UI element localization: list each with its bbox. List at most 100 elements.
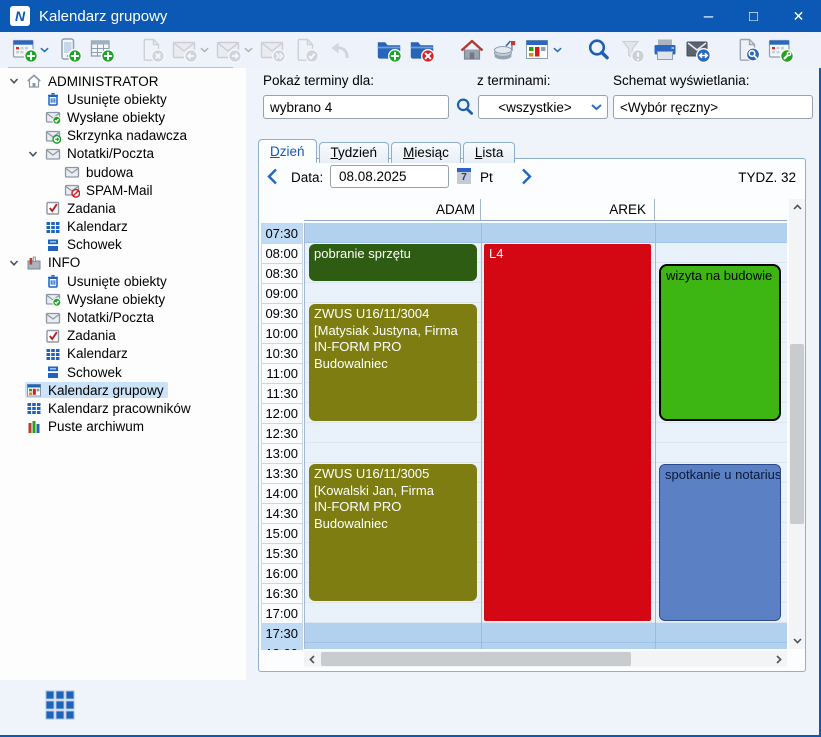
apps-grid-icon[interactable] <box>45 690 75 725</box>
clipboard-icon <box>45 237 61 253</box>
with-terms-select[interactable]: <wszystkie> <box>478 95 608 119</box>
appointment-pobranie-sprz-tu[interactable]: pobranie sprzętu <box>309 244 477 281</box>
tab-tydzie[interactable]: Tydzień <box>319 142 390 163</box>
sidebar-item-kalendarz[interactable]: Kalendarz <box>0 345 246 363</box>
print-button[interactable] <box>652 37 678 63</box>
folder-add-button[interactable] <box>376 37 402 63</box>
horizontal-scroll-thumb[interactable] <box>321 652 631 666</box>
new-contact-button[interactable] <box>56 37 82 63</box>
vertical-scroll-thumb[interactable] <box>790 344 804 524</box>
sidebar-item-skrzynka-nadawcza[interactable]: Skrzynka nadawcza <box>0 127 246 145</box>
show-for-input[interactable] <box>263 95 449 119</box>
sidebar-item-usuni-te-obiekty[interactable]: Usunięte obiekty <box>0 90 246 108</box>
tab-miesi-c[interactable]: Miesiąc <box>391 142 461 163</box>
search-button[interactable] <box>586 37 612 63</box>
new-appointment-button[interactable] <box>12 37 49 63</box>
scheme-select[interactable]: <Wybór ręczny> <box>613 95 813 119</box>
chevron-expanded-icon[interactable] <box>28 149 44 159</box>
week-number-label: TYDZ. 32 <box>738 170 796 185</box>
column-separator <box>480 199 481 220</box>
sidebar-item-notatki-poczta[interactable]: Notatki/Poczta <box>0 145 246 163</box>
column-header-empty[interactable] <box>657 199 783 220</box>
group-view-button[interactable] <box>525 37 562 63</box>
sidebar-item-administrator[interactable]: ADMINISTRATOR <box>0 72 246 90</box>
close-button[interactable]: ✕ <box>776 0 821 32</box>
with-terms-label: z terminami: <box>477 73 551 88</box>
time-label: 11:30 <box>261 384 303 404</box>
sidebar-item-zadania[interactable]: Zadania <box>0 199 246 217</box>
chevron-expanded-icon[interactable] <box>9 258 25 268</box>
time-gutter: 07:3008:0008:3009:0009:3010:0010:3011:00… <box>261 223 303 650</box>
vertical-scrollbar[interactable] <box>789 199 805 649</box>
sidebar-item-label: Kalendarz <box>67 346 128 361</box>
column-header-arek[interactable]: AREK <box>483 199 650 220</box>
date-picker-day: 7 <box>461 172 467 184</box>
appointment-zwus-u16-11-3004[interactable]: ZWUS U16/11/3004 [Matysiak Justyna, Firm… <box>309 304 477 421</box>
minimize-button[interactable]: – <box>686 0 731 32</box>
tab-dzie[interactable]: Dzień <box>258 139 317 163</box>
sidebar-item-kalendarz-pracownik-w[interactable]: Kalendarz pracowników <box>0 399 246 417</box>
time-label: 15:00 <box>261 524 303 544</box>
time-label: 10:30 <box>261 344 303 364</box>
appointment-zwus-u16-11-3005[interactable]: ZWUS U16/11/3005 [Kowalski Jan, Firma IN… <box>309 464 477 601</box>
app-logo-icon: N <box>10 6 30 26</box>
sidebar-item-puste-archiwum[interactable]: Puste archiwum <box>0 418 246 436</box>
info-box-icon <box>26 255 42 271</box>
sidebar-item-kalendarz-grupowy[interactable]: Kalendarz grupowy <box>0 381 246 399</box>
next-day-button[interactable] <box>521 168 535 186</box>
time-label: 08:30 <box>261 264 303 284</box>
sidebar-item-info[interactable]: INFO <box>0 254 246 272</box>
column-header-adam[interactable]: ADAM <box>307 199 479 220</box>
home-button[interactable] <box>459 37 485 63</box>
sidebar-item-label: budowa <box>86 165 133 180</box>
sidebar-item-budowa[interactable]: budowa <box>0 163 246 181</box>
folder-delete-button[interactable] <box>409 37 435 63</box>
sidebar-item-spam-mail[interactable]: SPAM-Mail <box>0 181 246 199</box>
previous-day-button[interactable] <box>266 168 280 186</box>
document-preview-button[interactable] <box>735 37 761 63</box>
scroll-down-icon[interactable] <box>789 633 805 649</box>
sidebar-item-wys-ane-obiekty[interactable]: Wysłane obiekty <box>0 290 246 308</box>
sidebar-item-schowek[interactable]: Schowek <box>0 236 246 254</box>
grid-color-icon <box>26 382 42 398</box>
bars-icon <box>26 419 42 435</box>
sidebar-item-label: Notatki/Poczta <box>67 310 154 325</box>
maximize-button[interactable]: □ <box>731 0 776 32</box>
calendar-row[interactable] <box>305 623 787 643</box>
sidebar-item-notatki-poczta[interactable]: Notatki/Poczta <box>0 308 246 326</box>
calendar-row[interactable] <box>305 643 787 649</box>
calendar-row[interactable] <box>305 223 787 243</box>
scroll-up-icon[interactable] <box>789 199 805 215</box>
sidebar-item-zadania[interactable]: Zadania <box>0 327 246 345</box>
date-input[interactable] <box>330 165 449 188</box>
horizontal-scrollbar[interactable] <box>304 651 787 667</box>
mail-icon <box>45 310 61 326</box>
sidebar-item-wys-ane-obiekty[interactable]: Wysłane obiekty <box>0 108 246 126</box>
main-area: Pokaż terminy dla: z terminami: Schemat … <box>250 68 819 737</box>
time-label: 17:30 <box>261 624 303 644</box>
mail-sync-button[interactable] <box>685 37 711 63</box>
sidebar-item-usuni-te-obiekty[interactable]: Usunięte obiekty <box>0 272 246 290</box>
tab-lista[interactable]: Lista <box>463 142 516 163</box>
sidebar-item-schowek[interactable]: Schowek <box>0 363 246 381</box>
sidebar-item-label: Schowek <box>67 365 122 380</box>
sidebar-item-kalendarz[interactable]: Kalendarz <box>0 218 246 236</box>
search-contacts-icon[interactable] <box>455 97 475 117</box>
new-table-entry-button[interactable] <box>89 37 115 63</box>
mailbox-report-button[interactable] <box>492 37 518 63</box>
chevron-expanded-icon[interactable] <box>9 76 25 86</box>
mail-check-icon <box>45 291 61 307</box>
calendar-grid[interactable]: pobranie sprzętu ZWUS U16/11/3004 [Matysi… <box>304 223 787 649</box>
time-label: 10:00 <box>261 324 303 344</box>
task-icon <box>45 328 61 344</box>
scroll-left-icon[interactable] <box>304 651 320 667</box>
scroll-right-icon[interactable] <box>771 651 787 667</box>
appointment-wizyta-na-budowie[interactable]: wizyta na budowie <box>659 264 781 421</box>
date-picker-icon[interactable]: 7 <box>457 168 471 184</box>
time-label: 09:30 <box>261 304 303 324</box>
appointment-spotkanie-u-notariusza[interactable]: spotkanie u notariusza <box>659 464 781 621</box>
sidebar-item-label: INFO <box>48 255 80 270</box>
calendar-settings-button[interactable] <box>768 37 794 63</box>
sidebar-item-label: Kalendarz grupowy <box>48 383 164 398</box>
appointment-l4[interactable]: L4 <box>484 244 651 621</box>
